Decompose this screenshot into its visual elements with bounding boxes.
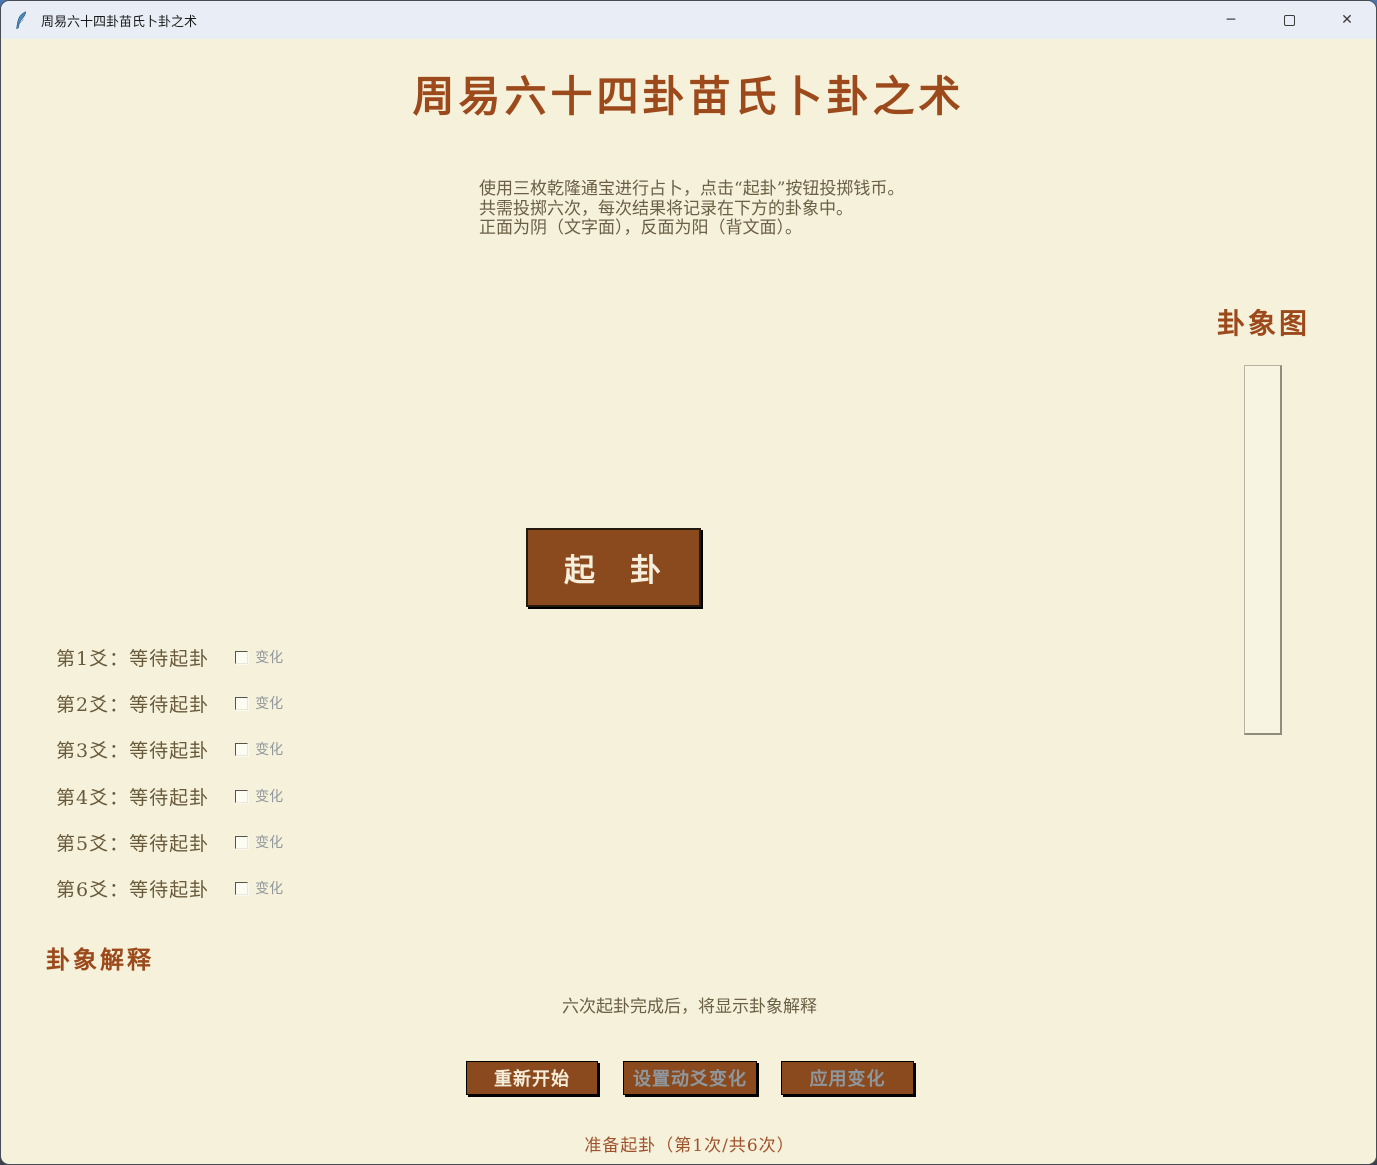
interpretation-heading: 卦象解释	[46, 940, 154, 975]
yao-label: 第5爻：等待起卦	[56, 829, 209, 856]
instruction-line-2: 共需投掷六次，每次结果将记录在下方的卦象中。	[479, 200, 904, 220]
yao-change-toggle[interactable]: 变化	[235, 739, 283, 759]
change-checkbox-label: 变化	[255, 832, 283, 852]
change-checkbox[interactable]	[235, 836, 248, 849]
cast-hexagram-button[interactable]: 起 卦	[526, 528, 701, 607]
yao-label: 第2爻：等待起卦	[56, 690, 209, 717]
change-checkbox[interactable]	[235, 697, 248, 710]
change-checkbox[interactable]	[235, 882, 248, 895]
change-checkbox-label: 变化	[255, 647, 283, 667]
change-checkbox-label: 变化	[255, 786, 283, 806]
yao-row-5: 第5爻：等待起卦 变化	[56, 829, 283, 855]
apply-changes-button[interactable]: 应用变化	[781, 1061, 914, 1095]
instruction-line-1: 使用三枚乾隆通宝进行占卜，点击“起卦”按钮投掷钱币。	[479, 180, 904, 200]
titlebar: 周易六十四卦苗氏卜卦之术 ─ ✕	[1, 1, 1376, 39]
change-checkbox[interactable]	[235, 743, 248, 756]
interpretation-placeholder: 六次起卦完成后，将显示卦象解释	[1, 992, 1377, 1017]
yao-row-1: 第1爻：等待起卦 变化	[56, 644, 283, 670]
minimize-button[interactable]: ─	[1202, 1, 1260, 39]
maximize-button[interactable]	[1260, 1, 1318, 39]
yao-row-6: 第6爻：等待起卦 变化	[56, 875, 283, 901]
minimize-icon: ─	[1227, 12, 1235, 28]
page-title: 周易六十四卦苗氏卜卦之术	[1, 63, 1376, 124]
close-button[interactable]: ✕	[1318, 1, 1376, 39]
yao-label: 第6爻：等待起卦	[56, 875, 209, 902]
instructions: 使用三枚乾隆通宝进行占卜，点击“起卦”按钮投掷钱币。 共需投掷六次，每次结果将记…	[479, 180, 904, 239]
yao-change-toggle[interactable]: 变化	[235, 878, 283, 898]
status-text: 准备起卦（第1次/共6次）	[1, 1131, 1377, 1156]
yao-row-4: 第4爻：等待起卦 变化	[56, 783, 283, 809]
main-content: 周易六十四卦苗氏卜卦之术 使用三枚乾隆通宝进行占卜，点击“起卦”按钮投掷钱币。 …	[1, 39, 1376, 1164]
change-checkbox-label: 变化	[255, 739, 283, 759]
change-checkbox-label: 变化	[255, 878, 283, 898]
set-moving-lines-button[interactable]: 设置动爻变化	[623, 1061, 757, 1095]
yao-change-toggle[interactable]: 变化	[235, 786, 283, 806]
python-feather-icon	[14, 10, 32, 30]
maximize-icon	[1284, 15, 1295, 26]
close-icon: ✕	[1341, 12, 1353, 28]
yao-row-2: 第2爻：等待起卦 变化	[56, 690, 283, 716]
window-controls: ─ ✕	[1202, 1, 1376, 39]
window-title: 周易六十四卦苗氏卜卦之术	[41, 11, 197, 30]
yao-label: 第1爻：等待起卦	[56, 644, 209, 671]
change-checkbox[interactable]	[235, 790, 248, 803]
restart-button[interactable]: 重新开始	[466, 1061, 598, 1095]
hexagram-canvas	[1244, 365, 1282, 735]
yao-row-3: 第3爻：等待起卦 变化	[56, 736, 283, 762]
yao-change-toggle[interactable]: 变化	[235, 832, 283, 852]
yao-change-toggle[interactable]: 变化	[235, 693, 283, 713]
change-checkbox-label: 变化	[255, 693, 283, 713]
yao-label: 第4爻：等待起卦	[56, 783, 209, 810]
instruction-line-3: 正面为阴（文字面），反面为阳（背文面）。	[479, 219, 904, 239]
app-window: 周易六十四卦苗氏卜卦之术 ─ ✕ 周易六十四卦苗氏卜卦之术 使用三枚乾隆通宝进行…	[0, 0, 1377, 1165]
hexagram-panel-title: 卦象图	[1191, 302, 1336, 342]
change-checkbox[interactable]	[235, 651, 248, 664]
yao-label: 第3爻：等待起卦	[56, 736, 209, 763]
yao-change-toggle[interactable]: 变化	[235, 647, 283, 667]
